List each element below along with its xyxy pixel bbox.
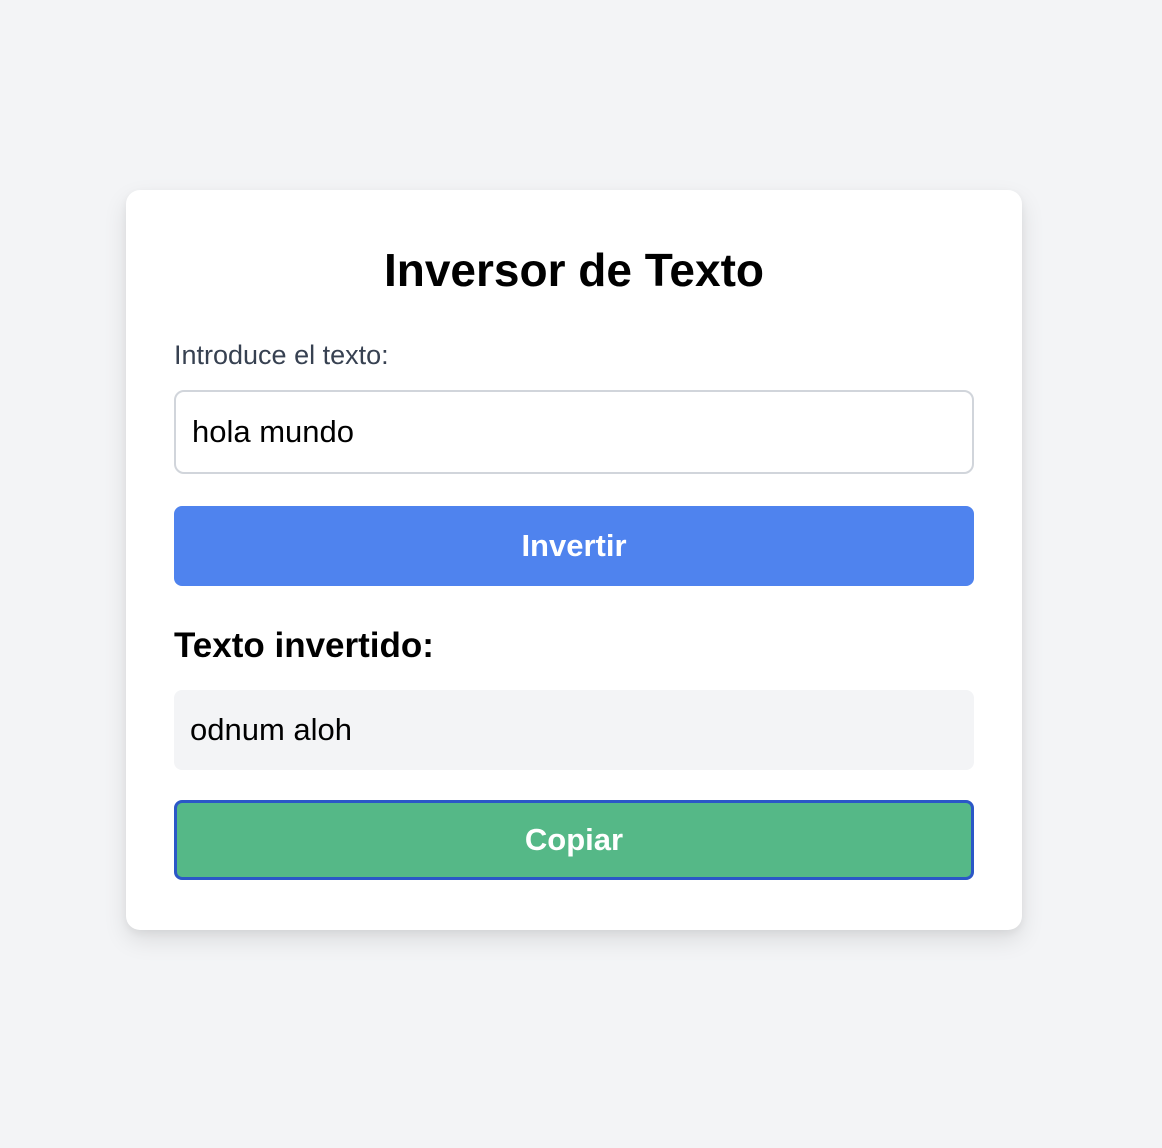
page-title: Inversor de Texto xyxy=(383,244,765,296)
result-heading: Texto invertido: xyxy=(174,626,434,665)
text-input[interactable] xyxy=(174,390,974,474)
text-reverser-card: Inversor de Texto Introduce el texto: In… xyxy=(126,190,1022,930)
copy-button[interactable]: Copiar xyxy=(174,800,974,880)
reversed-text-output: odnum aloh xyxy=(174,690,974,770)
input-label: Introduce el texto: xyxy=(174,340,389,370)
invert-button[interactable]: Invertir xyxy=(174,506,974,586)
